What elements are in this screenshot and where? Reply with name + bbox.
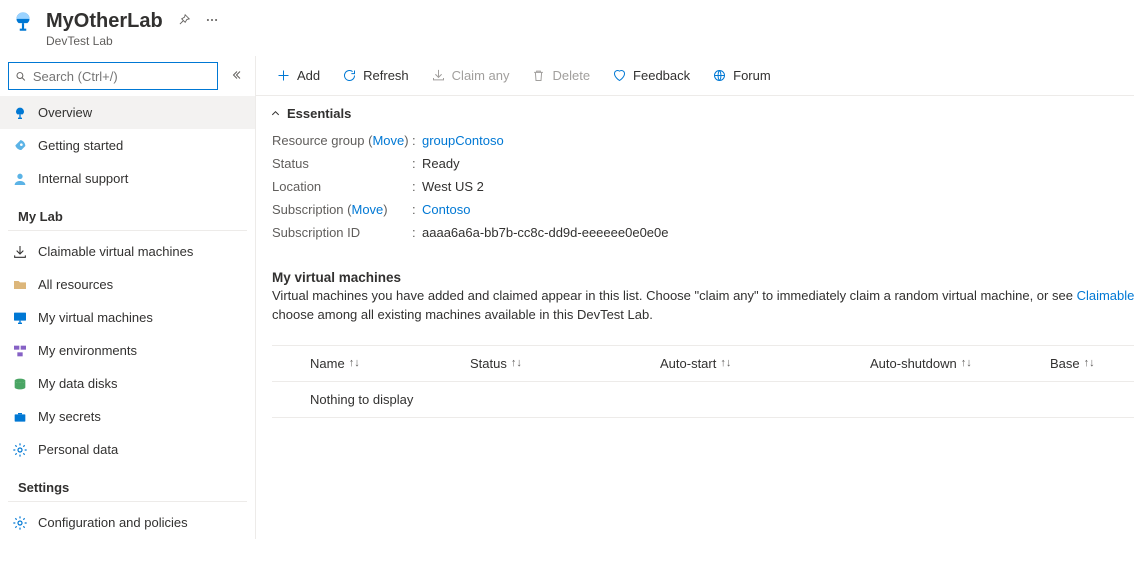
- sidebar-item-configuration-and-policies[interactable]: Configuration and policies: [0, 506, 255, 539]
- refresh-label: Refresh: [363, 68, 409, 83]
- download-icon: [12, 244, 28, 260]
- sidebar-item-label: Internal support: [38, 171, 128, 186]
- sidebar-item-label: Personal data: [38, 442, 118, 457]
- sidebar-item-personal-data[interactable]: Personal data: [0, 433, 255, 466]
- col-auto-start[interactable]: Auto-start↑↓: [660, 356, 870, 371]
- feedback-button[interactable]: Feedback: [604, 62, 698, 89]
- briefcase-icon: [12, 409, 28, 425]
- sidebar-item-my-environments[interactable]: My environments: [0, 334, 255, 367]
- monitor-icon: [12, 310, 28, 326]
- sidebar-item-my-secrets[interactable]: My secrets: [0, 400, 255, 433]
- essentials-row-location: Location : West US 2: [272, 175, 1134, 198]
- sidebar-item-my-data-disks[interactable]: My data disks: [0, 367, 255, 400]
- sort-icon: ↑↓: [349, 357, 360, 369]
- gear-icon: [12, 442, 28, 458]
- vm-table: Name↑↓ Status↑↓ Auto-start↑↓ Auto-shutdo…: [272, 345, 1134, 418]
- subscription-link[interactable]: Contoso: [422, 202, 470, 217]
- main-panel: Add Refresh Claim any Delete Feedback Fo…: [255, 56, 1134, 539]
- lab-icon: [12, 105, 28, 121]
- collapse-sidebar-icon[interactable]: [230, 69, 242, 84]
- pin-icon[interactable]: [177, 13, 191, 30]
- gear-icon: [12, 515, 28, 531]
- toolbar: Add Refresh Claim any Delete Feedback Fo…: [256, 56, 1134, 96]
- forum-button[interactable]: Forum: [704, 62, 779, 89]
- refresh-button[interactable]: Refresh: [334, 62, 417, 89]
- essentials-row-subid: Subscription ID : aaaa6a6a-bb7b-cc8c-dd9…: [272, 221, 1134, 244]
- col-auto-shutdown[interactable]: Auto-shutdown↑↓: [870, 356, 1050, 371]
- essentials-row-status: Status : Ready: [272, 152, 1134, 175]
- env-icon: [12, 343, 28, 359]
- page-subtitle: DevTest Lab: [46, 34, 1134, 48]
- sort-icon: ↑↓: [511, 357, 522, 369]
- col-base[interactable]: Base↑↓: [1050, 356, 1134, 371]
- vm-table-empty: Nothing to display: [272, 381, 1134, 418]
- essentials-header-label: Essentials: [287, 106, 351, 121]
- essentials-row-resource-group: Resource group (Move) : groupContoso: [272, 129, 1134, 152]
- sidebar-item-label: My data disks: [38, 376, 117, 391]
- sidebar-item-overview[interactable]: Overview: [0, 96, 255, 129]
- claimable-link[interactable]: Claimable: [1077, 288, 1134, 303]
- sidebar-item-label: My secrets: [38, 409, 101, 424]
- vm-section: My virtual machines Virtual machines you…: [256, 270, 1134, 418]
- sidebar-item-label: Claimable virtual machines: [38, 244, 193, 259]
- move-resource-group-link[interactable]: Move: [372, 133, 404, 148]
- rocket-icon: [12, 138, 28, 154]
- claim-any-label: Claim any: [452, 68, 510, 83]
- status-value: Ready: [422, 156, 460, 171]
- person-icon: [12, 171, 28, 187]
- essentials-toggle[interactable]: Essentials: [256, 96, 1134, 129]
- location-value: West US 2: [422, 179, 484, 194]
- sidebar-item-all-resources[interactable]: All resources: [0, 268, 255, 301]
- sort-icon: ↑↓: [720, 357, 731, 369]
- vm-title: My virtual machines: [272, 270, 1134, 285]
- add-label: Add: [297, 68, 320, 83]
- search-icon: [15, 70, 27, 83]
- sidebar-item-label: Configuration and policies: [38, 515, 188, 530]
- sidebar-item-label: Getting started: [38, 138, 123, 153]
- essentials-panel: Resource group (Move) : groupContoso Sta…: [256, 129, 1134, 260]
- sidebar-item-my-virtual-machines[interactable]: My virtual machines: [0, 301, 255, 334]
- sort-icon: ↑↓: [961, 357, 972, 369]
- add-button[interactable]: Add: [268, 62, 328, 89]
- feedback-label: Feedback: [633, 68, 690, 83]
- sidebar-section-settings: Settings: [8, 470, 247, 502]
- delete-label: Delete: [552, 68, 590, 83]
- col-status[interactable]: Status↑↓: [470, 356, 660, 371]
- col-name[interactable]: Name↑↓: [280, 356, 470, 371]
- sidebar-item-getting-started[interactable]: Getting started: [0, 129, 255, 162]
- search-input[interactable]: [33, 69, 211, 84]
- essentials-row-subscription: Subscription (Move) : Contoso: [272, 198, 1134, 221]
- sort-icon: ↑↓: [1084, 357, 1095, 369]
- sidebar-item-label: All resources: [38, 277, 113, 292]
- claim-any-button: Claim any: [423, 62, 518, 89]
- sidebar-item-label: My environments: [38, 343, 137, 358]
- vm-description: Virtual machines you have added and clai…: [272, 287, 1134, 325]
- move-subscription-link[interactable]: Move: [352, 202, 384, 217]
- sidebar-item-label: My virtual machines: [38, 310, 153, 325]
- more-icon[interactable]: [205, 13, 219, 30]
- resource-group-link[interactable]: groupContoso: [422, 133, 504, 148]
- disk-icon: [12, 376, 28, 392]
- sidebar: OverviewGetting startedInternal support …: [0, 56, 255, 539]
- search-box[interactable]: [8, 62, 218, 90]
- folder-icon: [12, 277, 28, 293]
- lab-icon: [10, 8, 36, 34]
- chevron-up-icon: [270, 108, 281, 119]
- sidebar-item-claimable-virtual-machines[interactable]: Claimable virtual machines: [0, 235, 255, 268]
- subscription-id-value: aaaa6a6a-bb7b-cc8c-dd9d-eeeeee0e0e0e: [422, 225, 669, 240]
- page-header: MyOtherLab: [0, 0, 1134, 38]
- vm-table-header: Name↑↓ Status↑↓ Auto-start↑↓ Auto-shutdo…: [272, 346, 1134, 381]
- sidebar-section-my-lab: My Lab: [8, 199, 247, 231]
- forum-label: Forum: [733, 68, 771, 83]
- delete-button: Delete: [523, 62, 598, 89]
- sidebar-item-label: Overview: [38, 105, 92, 120]
- page-title: MyOtherLab: [46, 10, 163, 33]
- sidebar-item-internal-support[interactable]: Internal support: [0, 162, 255, 195]
